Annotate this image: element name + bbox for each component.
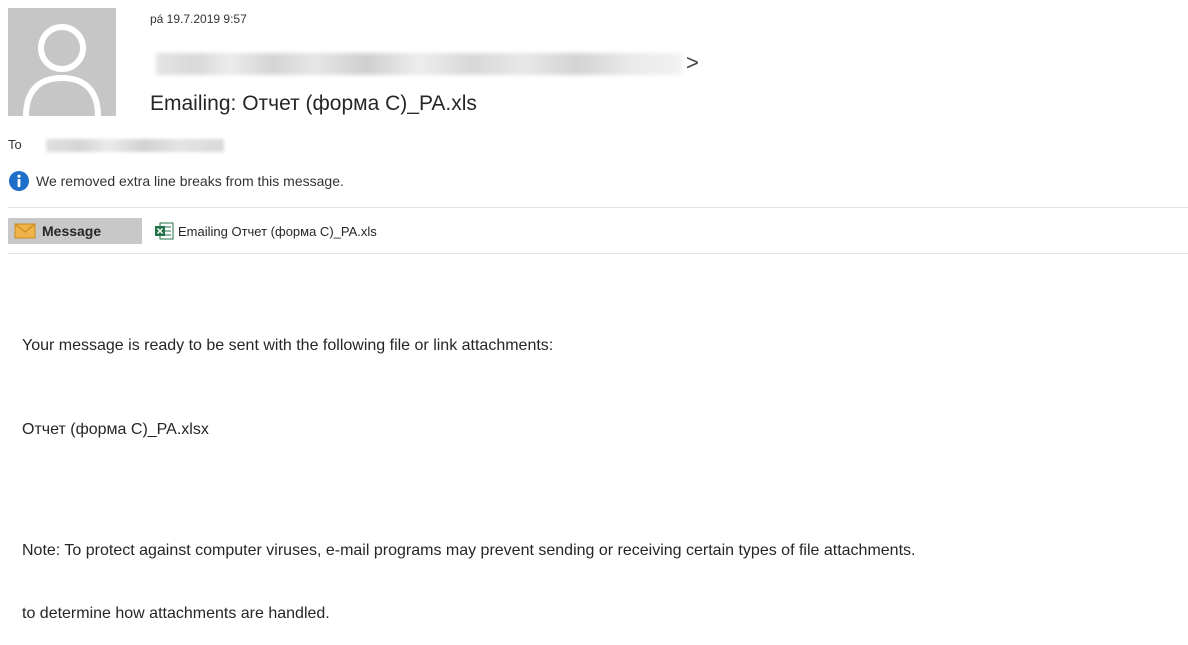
envelope-icon [14, 223, 36, 239]
tab-message[interactable]: Message [8, 218, 142, 244]
info-bar-text: We removed extra line breaks from this m… [36, 173, 344, 189]
sender-bracket: > [686, 50, 699, 75]
tab-attachment-label: Emailing Отчет (форма С)_PA.xls [178, 223, 377, 239]
tab-message-label: Message [42, 223, 102, 239]
body-paragraph-ready: Your message is ready to be sent with th… [22, 337, 554, 354]
body-attachment-name: Отчет (форма С)_PA.xlsx [22, 421, 209, 438]
body-note: Note: To protect against computer viruse… [22, 498, 1182, 645]
sender-redacted [156, 53, 682, 75]
sender-address[interactable]: > [150, 50, 710, 78]
to-label: To [8, 137, 22, 152]
message-subject: Emailing: Отчет (форма С)_PA.xls [150, 92, 477, 115]
recipient-redacted[interactable] [46, 139, 224, 152]
tab-attachment[interactable]: Emailing Отчет (форма С)_PA.xls [154, 221, 377, 241]
body-note-line2: to determine how attachments are handled… [22, 605, 330, 622]
excel-file-icon [154, 221, 174, 241]
body-note-line1: Note: To protect against computer viruse… [22, 542, 916, 559]
info-bar[interactable]: We removed extra line breaks from this m… [8, 170, 344, 192]
sender-avatar [8, 8, 116, 116]
attachment-tabs: Message Emailing Отчет (форма С)_PA.xls [8, 218, 377, 244]
tabs-divider [8, 253, 1188, 254]
message-date: pá 19.7.2019 9:57 [150, 12, 247, 26]
info-circle-icon [8, 170, 30, 192]
header-divider [8, 207, 1188, 208]
person-silhouette-icon [8, 8, 116, 116]
